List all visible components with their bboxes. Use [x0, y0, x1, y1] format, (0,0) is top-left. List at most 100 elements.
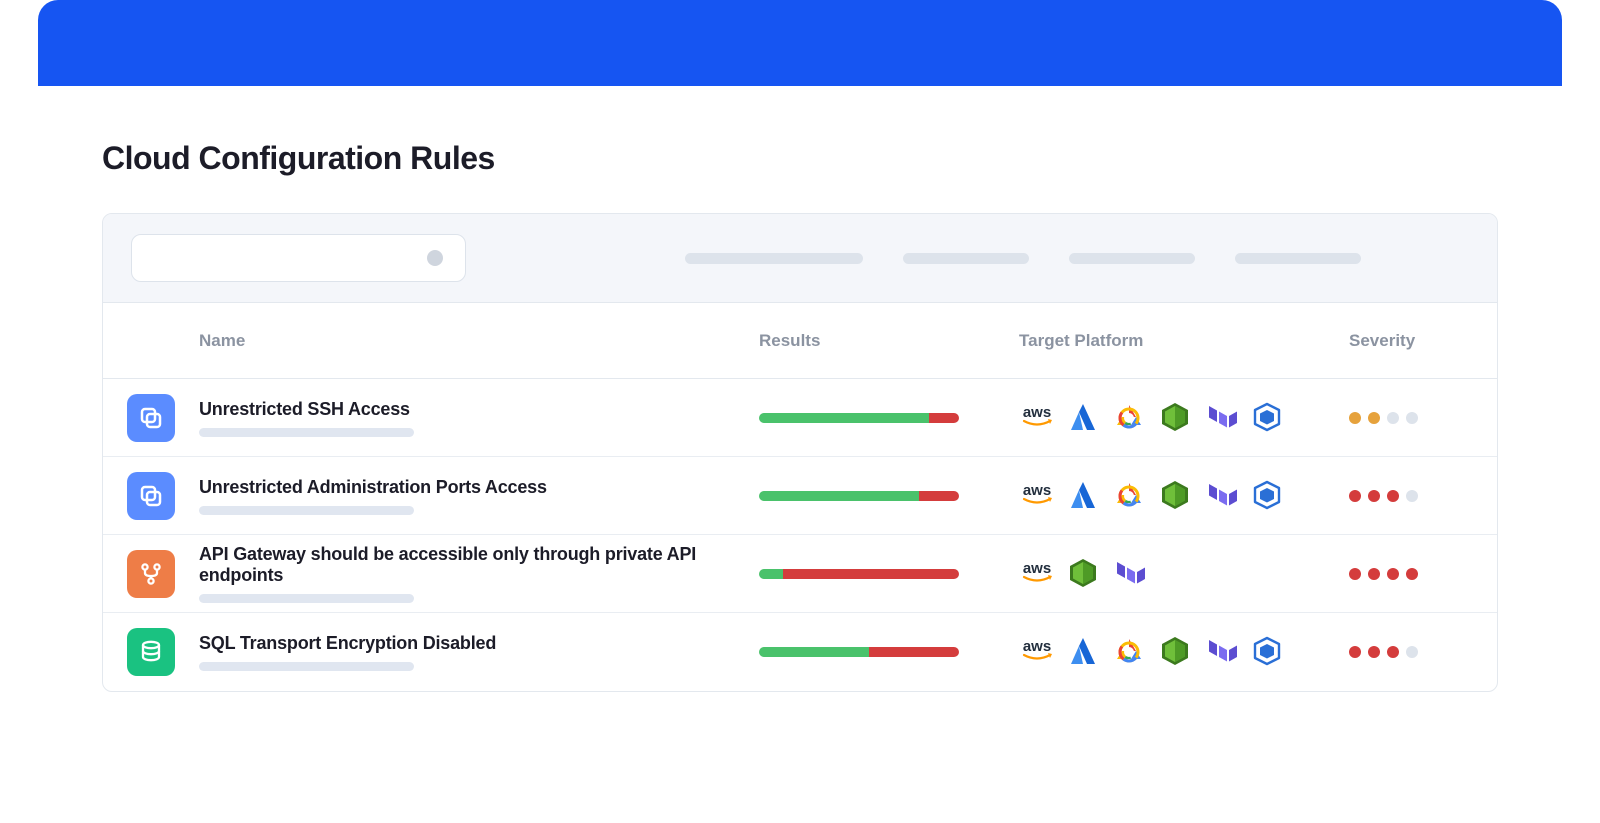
azure-icon[interactable] [1065, 634, 1101, 670]
copy-icon [127, 472, 175, 520]
severity-dot [1368, 568, 1380, 580]
aws-icon[interactable] [1019, 556, 1055, 592]
rule-subtext-placeholder [199, 594, 414, 603]
results-bar[interactable] [759, 647, 959, 657]
table-body: Unrestricted SSH Access Unrestricted Admi… [103, 379, 1497, 691]
severity-dot [1406, 646, 1418, 658]
terraform-icon[interactable] [1203, 478, 1239, 514]
shield-icon[interactable] [1157, 634, 1193, 670]
aws-icon[interactable] [1019, 400, 1055, 436]
table-row[interactable]: SQL Transport Encryption Disabled [103, 613, 1497, 691]
severity-dot [1387, 490, 1399, 502]
results-cell [759, 569, 1019, 579]
search-input[interactable] [131, 234, 466, 282]
severity-dot [1368, 412, 1380, 424]
filter-placeholder[interactable] [1235, 253, 1361, 264]
search-indicator-icon [427, 250, 443, 266]
severity-cell[interactable] [1349, 490, 1498, 502]
results-fail-segment [919, 491, 959, 501]
rule-name-cell: Unrestricted Administration Ports Access [199, 477, 759, 515]
results-cell [759, 413, 1019, 423]
results-fail-segment [929, 413, 959, 423]
aws-icon[interactable] [1019, 478, 1055, 514]
rule-subtext-placeholder [199, 506, 414, 515]
severity-dot [1349, 646, 1361, 658]
column-severity[interactable]: Severity [1349, 331, 1498, 351]
top-banner [38, 0, 1562, 86]
terraform-icon[interactable] [1203, 400, 1239, 436]
cube-icon[interactable] [1249, 634, 1285, 670]
results-cell [759, 491, 1019, 501]
database-icon [127, 628, 175, 676]
column-name[interactable]: Name [199, 331, 759, 351]
severity-dot [1406, 568, 1418, 580]
azure-icon[interactable] [1065, 400, 1101, 436]
severity-dot [1387, 412, 1399, 424]
results-ok-segment [759, 647, 869, 657]
results-ok-segment [759, 413, 929, 423]
filter-placeholder[interactable] [685, 253, 863, 264]
rules-card: Name Results Target Platform Severity Un… [102, 213, 1498, 692]
cube-icon[interactable] [1249, 400, 1285, 436]
severity-dot [1368, 490, 1380, 502]
rule-name-cell: API Gateway should be accessible only th… [199, 544, 759, 603]
copy-icon [127, 394, 175, 442]
results-bar[interactable] [759, 491, 959, 501]
column-target-platform[interactable]: Target Platform [1019, 331, 1349, 351]
gcp-icon[interactable] [1111, 478, 1147, 514]
severity-dot [1387, 568, 1399, 580]
severity-cell[interactable] [1349, 412, 1498, 424]
table-row[interactable]: Unrestricted Administration Ports Access [103, 457, 1497, 535]
cube-icon[interactable] [1249, 478, 1285, 514]
gcp-icon[interactable] [1111, 400, 1147, 436]
rule-subtext-placeholder [199, 662, 414, 671]
rule-name[interactable]: API Gateway should be accessible only th… [199, 544, 735, 586]
severity-dot [1349, 412, 1361, 424]
filter-placeholder[interactable] [903, 253, 1029, 264]
table-row[interactable]: API Gateway should be accessible only th… [103, 535, 1497, 613]
aws-icon[interactable] [1019, 634, 1055, 670]
rule-icon-cell [103, 472, 199, 520]
results-fail-segment [869, 647, 959, 657]
rule-name[interactable]: Unrestricted Administration Ports Access [199, 477, 735, 498]
severity-dot [1349, 568, 1361, 580]
table-row[interactable]: Unrestricted SSH Access [103, 379, 1497, 457]
results-ok-segment [759, 569, 783, 579]
results-cell [759, 647, 1019, 657]
platforms-cell [1019, 400, 1349, 436]
platforms-cell [1019, 478, 1349, 514]
rule-icon-cell [103, 550, 199, 598]
toolbar [103, 214, 1497, 303]
page-content: Cloud Configuration Rules Name Results T… [38, 86, 1562, 692]
shield-icon[interactable] [1157, 400, 1193, 436]
platforms-cell [1019, 634, 1349, 670]
column-results[interactable]: Results [759, 331, 1019, 351]
severity-cell[interactable] [1349, 568, 1498, 580]
rule-name-cell: Unrestricted SSH Access [199, 399, 759, 437]
table-header: Name Results Target Platform Severity [103, 303, 1497, 379]
shield-icon[interactable] [1157, 478, 1193, 514]
filter-placeholder[interactable] [1069, 253, 1195, 264]
terraform-icon[interactable] [1203, 634, 1239, 670]
severity-dot [1349, 490, 1361, 502]
toolbar-filters [506, 253, 1469, 264]
shield-icon[interactable] [1065, 556, 1101, 592]
rule-name[interactable]: SQL Transport Encryption Disabled [199, 633, 735, 654]
rule-name[interactable]: Unrestricted SSH Access [199, 399, 735, 420]
terraform-icon[interactable] [1111, 556, 1147, 592]
branch-icon [127, 550, 175, 598]
severity-dot [1406, 412, 1418, 424]
results-bar[interactable] [759, 569, 959, 579]
gcp-icon[interactable] [1111, 634, 1147, 670]
results-bar[interactable] [759, 413, 959, 423]
rule-subtext-placeholder [199, 428, 414, 437]
severity-dot [1368, 646, 1380, 658]
platforms-cell [1019, 556, 1349, 592]
azure-icon[interactable] [1065, 478, 1101, 514]
results-fail-segment [783, 569, 959, 579]
rule-icon-cell [103, 394, 199, 442]
page-title: Cloud Configuration Rules [102, 140, 1498, 177]
results-ok-segment [759, 491, 919, 501]
severity-dot [1387, 646, 1399, 658]
severity-cell[interactable] [1349, 646, 1498, 658]
